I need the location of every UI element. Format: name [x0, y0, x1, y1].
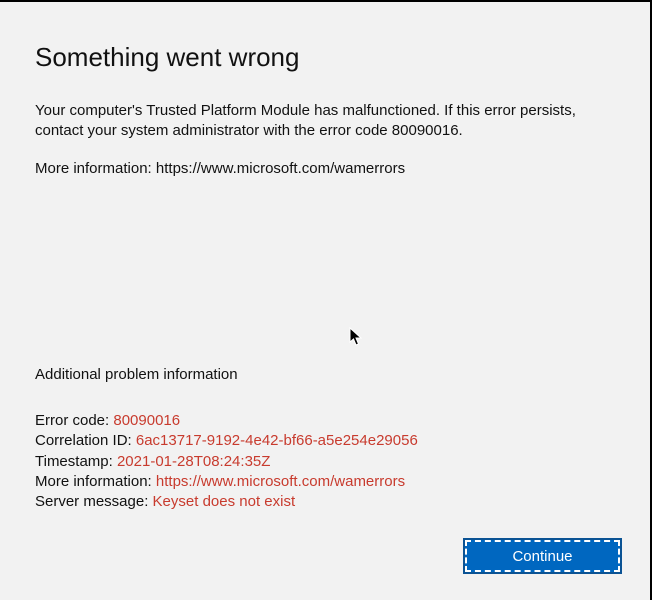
- dialog-title: Something went wrong: [35, 42, 615, 73]
- timestamp-value: 2021-01-28T08:24:35Z: [117, 453, 270, 470]
- timestamp-label: Timestamp:: [35, 453, 117, 470]
- correlation-id-value: 6ac13717-9192-4e42-bf66-a5e254e29056: [136, 432, 418, 449]
- error-code-value: 80090016: [113, 412, 180, 429]
- error-code-label: Error code:: [35, 412, 113, 429]
- additional-info-header: Additional problem information: [35, 366, 615, 383]
- dialog-footer: Continue: [465, 540, 620, 572]
- dialog-body: Your computer's Trusted Platform Module …: [35, 101, 615, 142]
- server-message-label: Server message:: [35, 493, 153, 510]
- continue-button[interactable]: Continue: [465, 540, 620, 572]
- more-info-url: https://www.microsoft.com/wamerrors: [156, 160, 405, 177]
- more-info-line: More information: https://www.microsoft.…: [35, 160, 615, 177]
- cursor-icon: [349, 327, 363, 347]
- correlation-id-label: Correlation ID:: [35, 432, 136, 449]
- more-info-label: More information:: [35, 160, 156, 177]
- server-message-value: Keyset does not exist: [153, 493, 296, 510]
- more-info-detail-line: More information: https://www.microsoft.…: [35, 472, 615, 492]
- more-info-detail-value: https://www.microsoft.com/wamerrors: [156, 473, 405, 490]
- more-info-detail-label: More information:: [35, 473, 156, 490]
- correlation-id-line: Correlation ID: 6ac13717-9192-4e42-bf66-…: [35, 431, 615, 451]
- server-message-line: Server message: Keyset does not exist: [35, 492, 615, 512]
- error-dialog: Something went wrong Your computer's Tru…: [0, 0, 652, 600]
- additional-info-section: Additional problem information Error cod…: [35, 366, 615, 512]
- timestamp-line: Timestamp: 2021-01-28T08:24:35Z: [35, 452, 615, 472]
- error-code-line: Error code: 80090016: [35, 411, 615, 431]
